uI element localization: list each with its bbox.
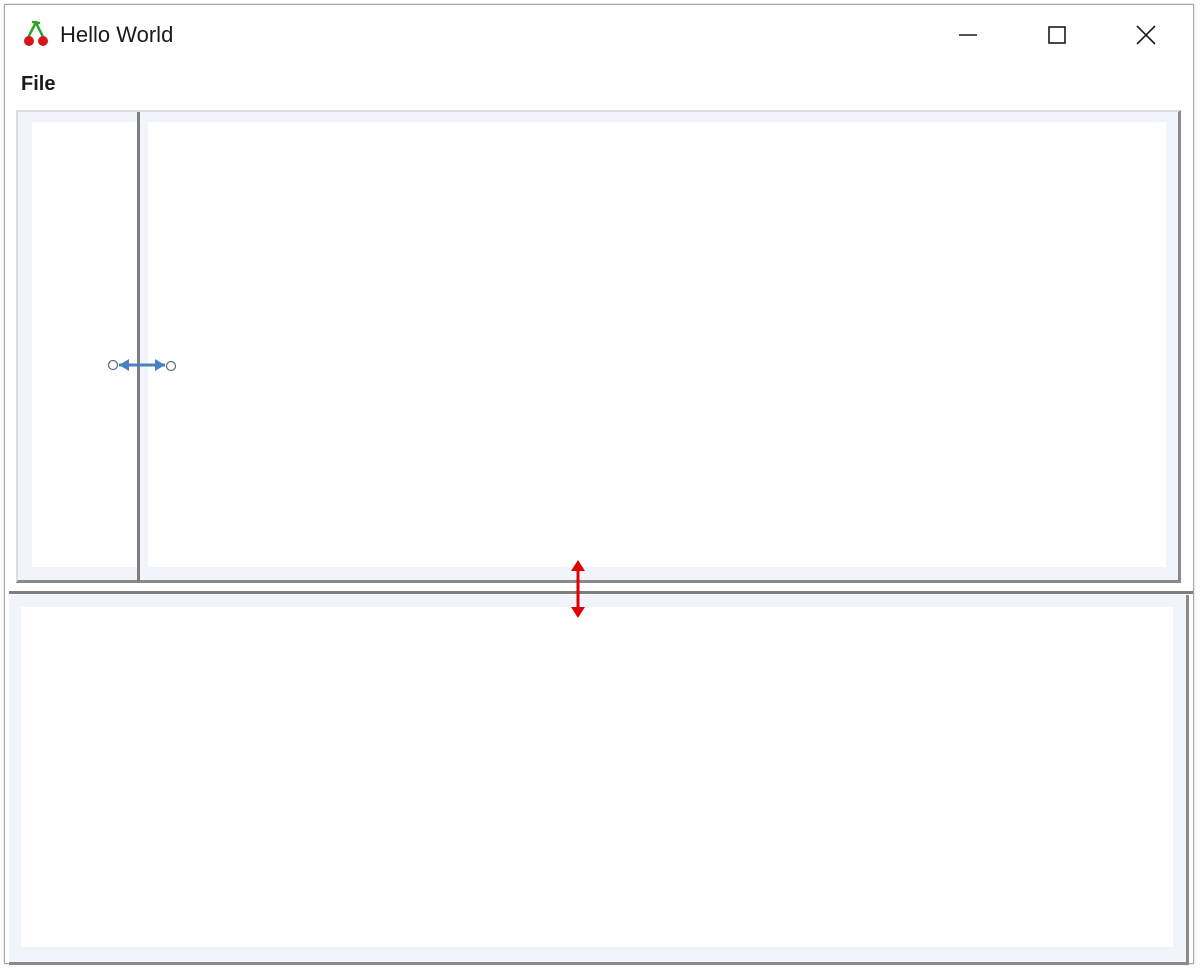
bottom-pane[interactable] xyxy=(21,607,1173,947)
title-bar[interactable]: Hello World xyxy=(5,5,1193,63)
right-pane[interactable] xyxy=(148,122,1166,567)
horizontal-splitter[interactable] xyxy=(9,591,1193,594)
window-title: Hello World xyxy=(60,22,174,47)
minimize-icon xyxy=(958,25,978,45)
app-window: Hello World File xyxy=(4,4,1194,965)
menu-file[interactable]: File xyxy=(19,71,57,98)
close-icon xyxy=(1135,24,1157,46)
double-arrow-horizontal-icon xyxy=(107,354,183,376)
maximize-icon xyxy=(1047,25,1067,45)
close-button[interactable] xyxy=(1116,13,1176,57)
cherry-icon xyxy=(21,19,51,49)
double-arrow-vertical-icon xyxy=(566,559,590,619)
menu-bar: File xyxy=(5,65,1193,101)
minimize-button[interactable] xyxy=(938,13,998,57)
bottom-frame xyxy=(9,595,1189,965)
top-split-frame xyxy=(16,110,1181,583)
vertical-splitter[interactable] xyxy=(137,112,140,582)
maximize-button[interactable] xyxy=(1027,13,1087,57)
left-pane[interactable] xyxy=(32,122,137,567)
